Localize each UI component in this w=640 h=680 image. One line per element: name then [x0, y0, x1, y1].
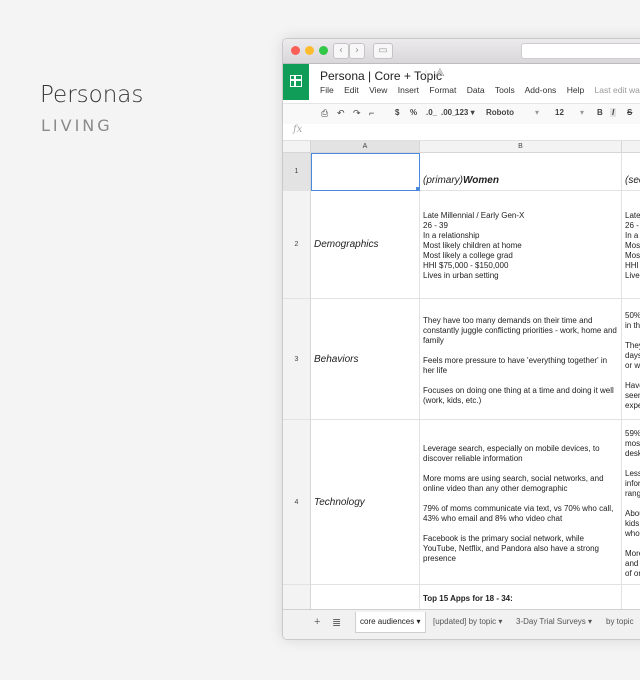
cell-behaviors-secondary[interactable]: 50% in th They days or wa Have seen expe: [622, 299, 640, 420]
column-header-b[interactable]: B: [420, 141, 622, 153]
cell-behaviors-primary[interactable]: They have too many demands on their time…: [420, 299, 622, 420]
row-header-4[interactable]: 4: [283, 420, 311, 585]
formula-bar[interactable]: fx: [283, 124, 640, 141]
hero-title: Personas: [40, 82, 144, 108]
strikethrough-button[interactable]: S: [627, 108, 632, 117]
row-header-3[interactable]: 3: [283, 299, 311, 420]
star-icon[interactable]: ☆: [421, 68, 431, 81]
size-caret-icon[interactable]: ▾: [580, 108, 584, 117]
primary-women-label: Women: [463, 175, 499, 186]
cell-top-apps[interactable]: Top 15 Apps for 18 - 34:: [420, 585, 622, 609]
menu-tools[interactable]: Tools: [495, 85, 515, 95]
browser-window: ‹ › ▭ Persona | Core + Topic ☆ ⟁ File Ed…: [282, 38, 640, 640]
tab-by-topic[interactable]: by topic: [602, 612, 638, 632]
cell-c1[interactable]: (sec: [622, 153, 640, 191]
cell-behaviors[interactable]: Behaviors: [311, 299, 420, 420]
font-caret-icon[interactable]: ▾: [535, 108, 539, 117]
menu-insert[interactable]: Insert: [398, 85, 419, 95]
row-header-1[interactable]: 1: [283, 153, 311, 191]
minimize-window-button[interactable]: [305, 46, 314, 55]
corner-header[interactable]: [283, 141, 311, 153]
tab-updated-by-topic[interactable]: [updated] by topic ▾: [429, 612, 506, 632]
decrease-decimal-button[interactable]: .0_: [426, 108, 437, 117]
toolbar: ⎙ ↶ ↷ ⌐ $ % .0_ .00_ 123 ▾ Roboto ▾ 12 ▾…: [283, 103, 640, 125]
spreadsheet-grid: A B 1 (primary) Women (sec 2 Demographic…: [283, 141, 640, 609]
drive-folder-icon[interactable]: ⟁: [435, 67, 445, 80]
cell-b1[interactable]: (primary) Women: [420, 153, 622, 191]
menu-help[interactable]: Help: [567, 85, 584, 95]
bold-button[interactable]: B: [597, 108, 603, 117]
menu-format[interactable]: Format: [429, 85, 456, 95]
print-icon[interactable]: ⎙: [321, 108, 328, 119]
tab-3-day-trial-surveys[interactable]: 3-Day Trial Surveys ▾: [512, 612, 596, 632]
cell-a1[interactable]: [311, 153, 420, 191]
address-bar[interactable]: [521, 43, 640, 59]
menu-view[interactable]: View: [369, 85, 387, 95]
column-header-a[interactable]: A: [311, 141, 420, 153]
zoom-window-button[interactable]: [319, 46, 328, 55]
column-header-c[interactable]: [622, 141, 640, 153]
close-window-button[interactable]: [291, 46, 300, 55]
row-header-2[interactable]: 2: [283, 191, 311, 299]
cell-c5[interactable]: [622, 585, 640, 609]
last-edit-link[interactable]: Last edit was m: [595, 85, 640, 95]
redo-icon[interactable]: ↷: [353, 108, 361, 119]
sidebar-toggle-icon[interactable]: ▭: [373, 43, 393, 59]
sheet-tab-bar: + ≣ core audiences ▾ [updated] by topic …: [283, 609, 640, 639]
font-family-dropdown[interactable]: Roboto: [486, 108, 514, 117]
menu-data[interactable]: Data: [467, 85, 485, 95]
primary-prefix: (primary): [423, 175, 463, 186]
add-sheet-icon[interactable]: +: [314, 616, 320, 628]
paint-format-icon[interactable]: ⌐: [369, 108, 374, 118]
number-format-dropdown[interactable]: 123 ▾: [455, 108, 475, 117]
currency-format-button[interactable]: $: [395, 108, 399, 117]
cell-a5[interactable]: [311, 585, 420, 609]
browser-titlebar: ‹ › ▭: [283, 39, 640, 64]
menu-file[interactable]: File: [320, 85, 334, 95]
menu-add-ons[interactable]: Add-ons: [525, 85, 557, 95]
undo-icon[interactable]: ↶: [337, 108, 345, 119]
fx-icon: fx: [293, 124, 303, 135]
row-header-5[interactable]: [283, 585, 311, 609]
all-sheets-icon[interactable]: ≣: [332, 616, 341, 629]
cell-technology[interactable]: Technology: [311, 420, 420, 585]
cell-demographics-secondary[interactable]: Late 26 - In a r Most Most HHI $ Lives: [622, 191, 640, 299]
menu-bar: File Edit View Insert Format Data Tools …: [320, 85, 640, 95]
cell-demographics[interactable]: Demographics: [311, 191, 420, 299]
tab-core-audiences[interactable]: core audiences ▾: [355, 612, 426, 633]
sheets-logo-icon[interactable]: [283, 64, 309, 100]
italic-button[interactable]: I: [610, 108, 617, 117]
forward-icon[interactable]: ›: [349, 43, 365, 59]
font-size-dropdown[interactable]: 12: [555, 108, 564, 117]
percent-format-button[interactable]: %: [410, 108, 417, 117]
cell-technology-secondary[interactable]: 59% most desk Less infor rang Abou kids …: [622, 420, 640, 585]
cell-technology-primary[interactable]: Leverage search, especially on mobile de…: [420, 420, 622, 585]
cell-demographics-primary[interactable]: Late Millennial / Early Gen-X 26 - 39 In…: [420, 191, 622, 299]
hero-subtitle: LIVING: [41, 116, 113, 135]
back-icon[interactable]: ‹: [333, 43, 349, 59]
menu-edit[interactable]: Edit: [344, 85, 359, 95]
